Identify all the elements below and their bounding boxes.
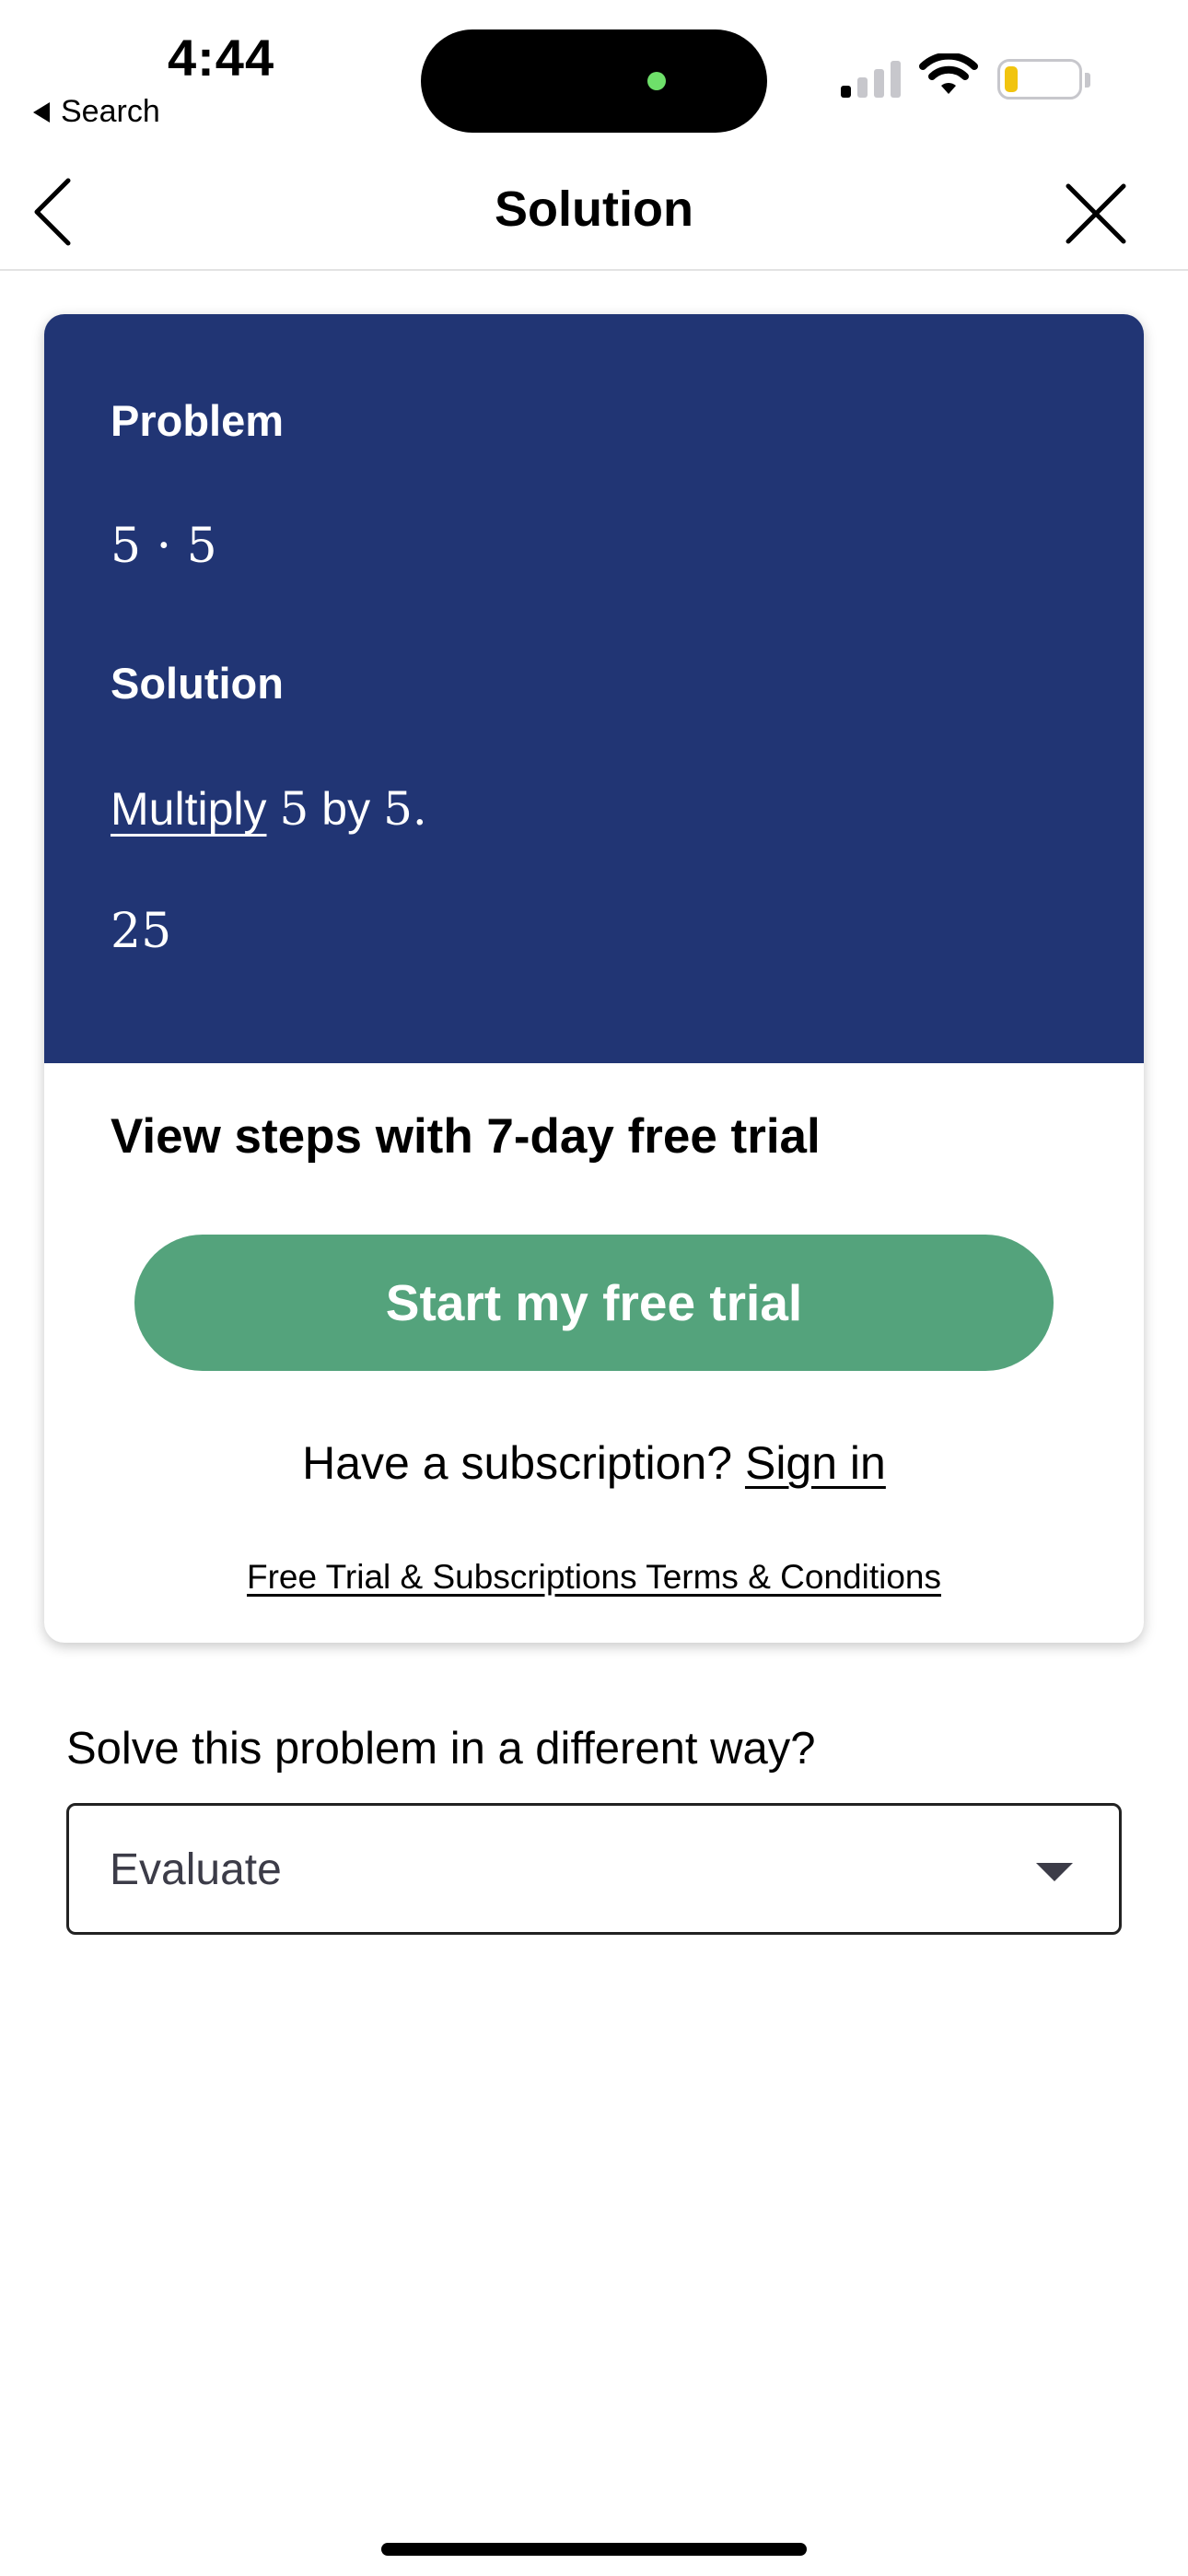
multiply-definition-link[interactable]: Multiply bbox=[111, 782, 266, 836]
status-time: 4:44 bbox=[168, 29, 275, 87]
terms-link[interactable]: Free Trial & Subscriptions Terms & Condi… bbox=[44, 1558, 1144, 1597]
nav-bar: Solution bbox=[0, 147, 1188, 271]
battery-icon bbox=[997, 59, 1090, 100]
solution-label: Solution bbox=[111, 659, 284, 708]
solution-card: Problem 5 · 5 Solution Multiply 5 by 5. … bbox=[44, 314, 1144, 1643]
step-operand-b: 5. bbox=[383, 782, 427, 836]
camera-indicator-icon bbox=[647, 72, 666, 90]
subscription-question: Have a subscription? bbox=[302, 1437, 733, 1489]
home-indicator[interactable] bbox=[381, 2543, 807, 2556]
sign-in-link[interactable]: Sign in bbox=[745, 1437, 886, 1489]
solution-step: Multiply 5 by 5. bbox=[111, 782, 427, 836]
solution-result: 25 bbox=[111, 904, 172, 959]
problem-expression: 5 · 5 bbox=[111, 519, 217, 574]
close-icon[interactable] bbox=[1059, 177, 1133, 251]
chevron-down-icon bbox=[1036, 1863, 1073, 1881]
problem-label: Problem bbox=[111, 396, 285, 445]
subscription-prompt: Have a subscription? Sign in bbox=[44, 1436, 1144, 1490]
method-select-value: Evaluate bbox=[110, 1845, 282, 1894]
cellular-signal-icon bbox=[841, 61, 901, 98]
step-operand-a: 5 bbox=[279, 782, 309, 836]
step-by-word: by bbox=[321, 783, 371, 835]
back-triangle-icon bbox=[33, 101, 50, 123]
start-free-trial-button[interactable]: Start my free trial bbox=[134, 1235, 1054, 1371]
wifi-icon bbox=[919, 53, 978, 94]
alternate-method-question: Solve this problem in a different way? bbox=[66, 1724, 816, 1774]
method-select[interactable]: Evaluate bbox=[66, 1803, 1122, 1935]
dynamic-island bbox=[421, 29, 767, 133]
trial-heading: View steps with 7-day free trial bbox=[111, 1109, 821, 1164]
page-title: Solution bbox=[495, 181, 693, 237]
back-to-app-button[interactable]: Search bbox=[33, 94, 160, 130]
back-app-label: Search bbox=[61, 94, 160, 129]
solution-panel: Problem 5 · 5 Solution Multiply 5 by 5. … bbox=[44, 314, 1144, 1063]
